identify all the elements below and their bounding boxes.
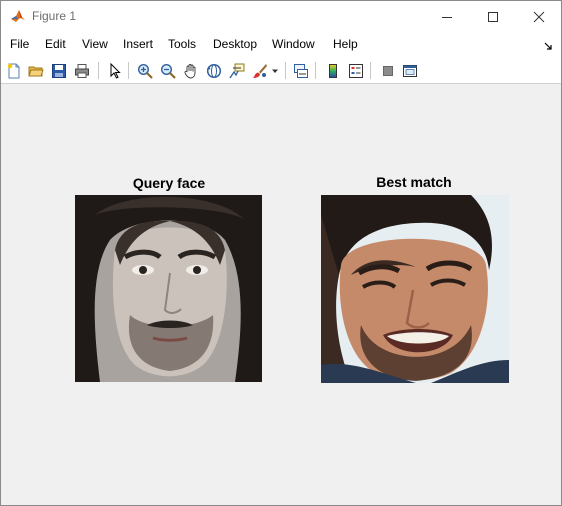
menu-file[interactable]: File <box>10 37 29 51</box>
data-cursor-icon[interactable] <box>227 61 246 80</box>
menu-insert[interactable]: Insert <box>123 37 153 51</box>
maximize-button[interactable] <box>470 1 516 32</box>
chevron-down-icon[interactable] <box>269 61 281 80</box>
pan-icon[interactable] <box>181 61 200 80</box>
toolbar-separator <box>315 62 316 79</box>
new-figure-icon[interactable] <box>4 61 23 80</box>
minimize-icon <box>442 16 452 18</box>
query-face-image <box>75 195 262 382</box>
menu-window[interactable]: Window <box>272 37 315 51</box>
toolbar <box>1 57 561 84</box>
menu-view[interactable]: View <box>82 37 108 51</box>
toolbar-separator <box>370 62 371 79</box>
print-icon[interactable] <box>72 61 91 80</box>
zoom-in-icon[interactable] <box>135 61 154 80</box>
menu-tools[interactable]: Tools <box>168 37 196 51</box>
menu-desktop[interactable]: Desktop <box>213 37 257 51</box>
matlab-logo-icon <box>10 8 26 24</box>
close-button[interactable] <box>516 1 562 32</box>
toolbar-separator <box>98 62 99 79</box>
save-icon[interactable] <box>49 61 68 80</box>
close-icon <box>533 11 545 22</box>
best-match-title: Best match <box>376 174 452 190</box>
best-match-face-image <box>321 195 509 383</box>
toolbar-separator <box>285 62 286 79</box>
menu-bar: File Edit View Insert Tools Desktop Wind… <box>1 32 561 57</box>
legend-icon[interactable] <box>346 61 365 80</box>
brush-icon[interactable] <box>250 61 269 80</box>
figure-canvas: Query face Best match <box>1 85 561 505</box>
zoom-out-icon[interactable] <box>158 61 177 80</box>
title-bar[interactable]: Figure 1 <box>1 1 561 32</box>
pointer-icon[interactable] <box>105 61 124 80</box>
query-face-title: Query face <box>132 175 206 191</box>
toolbar-separator <box>128 62 129 79</box>
window-title: Figure 1 <box>32 9 77 23</box>
open-file-icon[interactable] <box>26 61 45 80</box>
menu-edit[interactable]: Edit <box>45 37 66 51</box>
maximize-icon <box>488 11 498 22</box>
dock-arrow-icon[interactable] <box>544 40 553 54</box>
hide-plot-tools-icon[interactable] <box>378 61 397 80</box>
figure-window: Figure 1 File Edit View Insert Tools Des… <box>0 0 562 506</box>
show-plot-tools-icon[interactable] <box>400 61 419 80</box>
rotate-3d-icon[interactable] <box>204 61 223 80</box>
minimize-button[interactable] <box>424 1 470 32</box>
menu-help[interactable]: Help <box>333 37 358 51</box>
colorbar-icon[interactable] <box>323 61 342 80</box>
link-plot-icon[interactable] <box>291 61 310 80</box>
